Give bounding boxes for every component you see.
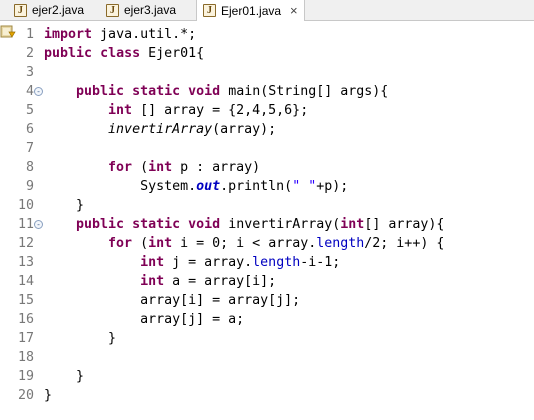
line-number: 16 (17, 312, 34, 327)
line-number: 7 (25, 141, 34, 156)
code-line[interactable]: 17 } (0, 329, 534, 349)
code-line[interactable]: 18 (0, 348, 534, 368)
line-number: 11 (17, 217, 34, 232)
close-icon[interactable]: × (290, 1, 298, 21)
line-number: 14 (17, 274, 34, 289)
line-number: 18 (17, 350, 34, 365)
code-text: } (44, 369, 85, 384)
code-line[interactable]: 6 invertirArray(array); (0, 120, 534, 140)
code-line[interactable]: 12 for (int i = 0; i < array.length/2; i… (0, 234, 534, 254)
code-text: } (44, 331, 117, 346)
code-text: invertirArray(array); (108, 122, 277, 137)
code-line[interactable]: 5 int [] array = {2,4,5,6}; (0, 101, 534, 121)
tab-label: ejer2.java (32, 3, 85, 17)
code-line[interactable]: 2 public class Ejer01{ (0, 44, 534, 64)
code-text: for (int p : array) (108, 160, 261, 175)
tab-label: Ejer01.java (221, 3, 282, 18)
code-line[interactable]: 16 array[j] = a; (0, 310, 534, 330)
line-number: 3 (25, 65, 34, 80)
code-text: array[i] = array[j]; (44, 293, 301, 308)
code-line[interactable]: 9 System.out.println(" "+p); (0, 177, 534, 197)
editor-tab-bar: J ejer2.java J ejer3.java J Ejer01.java … (0, 0, 534, 21)
line-number: 13 (17, 255, 34, 270)
code-line[interactable]: 8 for (int p : array) (0, 158, 534, 178)
tab-ejer01[interactable]: J Ejer01.java × (196, 0, 305, 21)
code-text: array[j] = a; (44, 312, 245, 327)
tab-ejer3[interactable]: J ejer3.java (100, 0, 182, 20)
code-text: } (44, 198, 85, 213)
line-number: 5 (25, 103, 34, 118)
java-file-icon: J (106, 3, 119, 17)
line-number: 19 (17, 369, 34, 384)
code-text: int j = array.length-i-1; (140, 255, 341, 270)
code-text: int a = array[i]; (140, 274, 277, 289)
fold-toggle-icon[interactable]: - (34, 220, 43, 229)
code-text: import java.util.*; (44, 27, 197, 42)
code-line[interactable]: 19 } (0, 367, 534, 387)
line-number: 12 (17, 236, 34, 251)
tab-ejer2[interactable]: J ejer2.java (8, 0, 90, 20)
java-file-icon: J (14, 3, 27, 17)
line-number: 15 (17, 293, 34, 308)
line-number: 20 (17, 388, 34, 403)
line-number: 1 (25, 27, 34, 42)
line-number: 8 (25, 160, 34, 175)
code-line[interactable]: 7 (0, 139, 534, 159)
code-line[interactable]: 10 } (0, 196, 534, 216)
code-line[interactable]: 20} (0, 386, 534, 406)
tab-label: ejer3.java (124, 3, 177, 17)
code-editor[interactable]: 1 import java.util.*; 2 public class Ejer01… (0, 21, 534, 420)
line-number: 10 (17, 198, 34, 213)
code-line[interactable]: 4- public static void main(String[] args… (0, 82, 534, 102)
code-text: int [] array = {2,4,5,6}; (108, 103, 309, 118)
line-number: 4 (25, 84, 34, 99)
code-text: } (44, 388, 53, 403)
fold-toggle-icon[interactable]: - (34, 87, 43, 96)
code-text: public class Ejer01{ (44, 46, 205, 61)
code-line[interactable]: 14 int a = array[i]; (0, 272, 534, 292)
code-line[interactable]: 15 array[i] = array[j]; (0, 291, 534, 311)
code-line[interactable]: 3 (0, 63, 534, 83)
line-number: 6 (25, 122, 34, 137)
line-number: 2 (25, 46, 34, 61)
line-number: 9 (25, 179, 34, 194)
code-line[interactable]: 13 int j = array.length-i-1; (0, 253, 534, 273)
code-text: for (int i = 0; i < array.length/2; i++)… (108, 236, 445, 251)
java-file-icon: J (203, 4, 216, 17)
code-text: System.out.println(" "+p); (44, 179, 349, 194)
code-text: public static void main(String[] args){ (76, 84, 389, 99)
code-text: public static void invertirArray(int[] a… (76, 217, 445, 232)
line-number: 17 (17, 331, 34, 346)
code-line[interactable]: 11- public static void invertirArray(int… (0, 215, 534, 235)
code-line[interactable]: 1 import java.util.*; (0, 25, 534, 45)
